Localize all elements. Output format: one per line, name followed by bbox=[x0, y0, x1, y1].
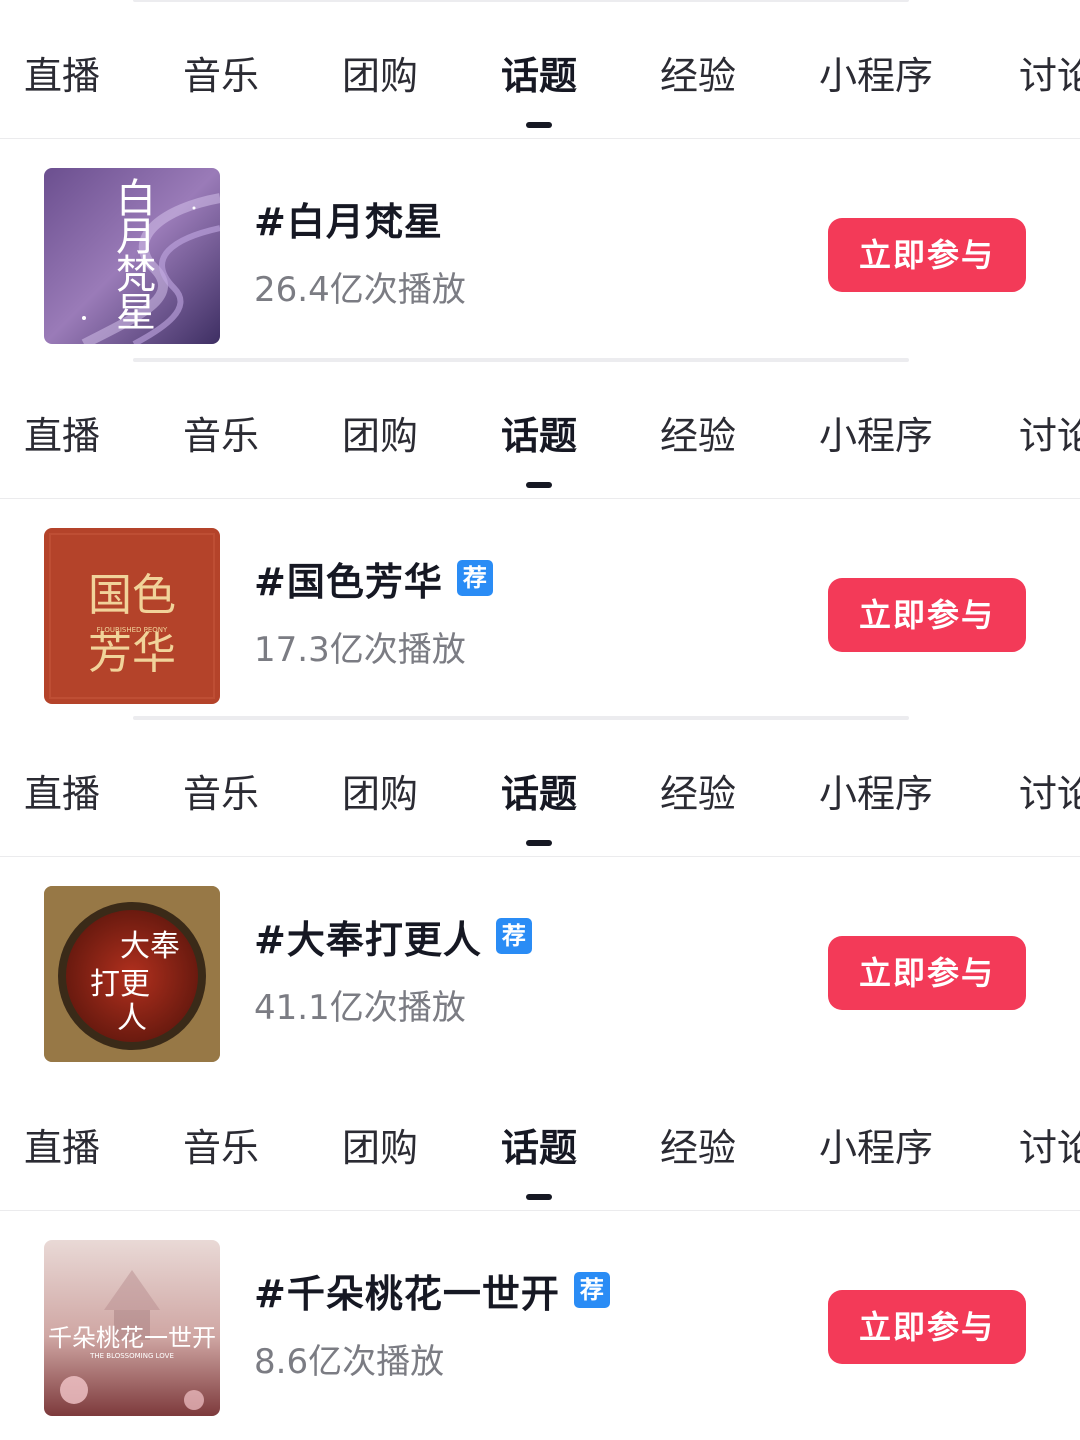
join-button[interactable]: 立即参与 bbox=[828, 218, 1026, 292]
join-button[interactable]: 立即参与 bbox=[828, 578, 1026, 652]
topic-row[interactable]: 千朵桃花一世开 THE BLOSSOMING LOVE #千朵桃花一世开 荐 8… bbox=[0, 1210, 1080, 1430]
tab-topics[interactable]: 话题 bbox=[501, 410, 577, 488]
tab-discussion[interactable]: 讨论 bbox=[1019, 1122, 1080, 1174]
tab-mini-program[interactable]: 小程序 bbox=[819, 410, 933, 462]
cover-title-text: 国色 bbox=[88, 570, 176, 621]
topic-section-3: 直播 音乐 团购 话题 经验 小程序 讨论 大奉 打更 人 bbox=[0, 716, 1080, 1081]
join-button[interactable]: 立即参与 bbox=[828, 1290, 1026, 1364]
tab-experience[interactable]: 经验 bbox=[660, 1122, 736, 1174]
tab-group-buy[interactable]: 团购 bbox=[342, 50, 418, 102]
cover-title-text: 人 bbox=[117, 1001, 147, 1036]
topic-title[interactable]: #白月梵星 bbox=[254, 191, 443, 246]
topic-cover-image[interactable]: 大奉 打更 人 bbox=[44, 886, 220, 1062]
play-count: 17.3亿次播放 bbox=[254, 630, 466, 670]
tab-mini-program[interactable]: 小程序 bbox=[819, 768, 933, 820]
tab-bar: 直播 音乐 团购 话题 经验 小程序 讨论 bbox=[0, 716, 1080, 857]
topic-section-4: 直播 音乐 团购 话题 经验 小程序 讨论 千朵桃花 bbox=[0, 1070, 1080, 1440]
tab-live[interactable]: 直播 bbox=[24, 50, 100, 102]
topic-title[interactable]: #千朵桃花一世开 bbox=[254, 1263, 560, 1318]
tab-live[interactable]: 直播 bbox=[24, 1122, 100, 1174]
tab-live[interactable]: 直播 bbox=[24, 410, 100, 462]
play-count: 41.1亿次播放 bbox=[254, 988, 466, 1028]
cover-subtitle-text: FLOURISHED PEONY bbox=[97, 626, 168, 634]
topic-row[interactable]: 白月梵星 #白月梵星 26.4亿次播放 立即参与 bbox=[0, 138, 1080, 358]
tab-experience[interactable]: 经验 bbox=[660, 50, 736, 102]
tab-experience[interactable]: 经验 bbox=[660, 410, 736, 462]
tab-mini-program[interactable]: 小程序 bbox=[819, 1122, 933, 1174]
tab-music[interactable]: 音乐 bbox=[183, 50, 259, 102]
cover-title-text: 打更 bbox=[90, 967, 150, 1002]
recommended-badge: 荐 bbox=[456, 560, 493, 596]
recommended-badge: 荐 bbox=[495, 918, 532, 954]
tab-discussion[interactable]: 讨论 bbox=[1019, 410, 1080, 462]
tab-topics[interactable]: 话题 bbox=[501, 50, 577, 128]
cover-title-text: 大奉 bbox=[120, 929, 180, 964]
tab-bar: 直播 音乐 团购 话题 经验 小程序 讨论 bbox=[0, 1070, 1080, 1211]
topic-cover-image[interactable]: 白月梵星 bbox=[44, 168, 220, 344]
tab-topics[interactable]: 话题 bbox=[501, 1122, 577, 1200]
topic-section-1: 直播 音乐 团购 话题 经验 小程序 讨论 白月梵星 bbox=[0, 0, 1080, 363]
cover-subtitle-text: THE BLOSSOMING LOVE bbox=[89, 1352, 174, 1360]
topic-row[interactable]: 国色 芳华 FLOURISHED PEONY #国色芳华 荐 17.3亿次播放 … bbox=[0, 498, 1080, 718]
tab-music[interactable]: 音乐 bbox=[183, 1122, 259, 1174]
tab-mini-program[interactable]: 小程序 bbox=[819, 50, 933, 102]
topic-row[interactable]: 大奉 打更 人 #大奉打更人 荐 41.1亿次播放 立即参与 bbox=[0, 856, 1080, 1076]
topic-title[interactable]: #大奉打更人 bbox=[254, 909, 482, 964]
topic-cover-image[interactable]: 千朵桃花一世开 THE BLOSSOMING LOVE bbox=[44, 1240, 220, 1416]
play-count: 8.6亿次播放 bbox=[254, 1342, 445, 1382]
tab-topics[interactable]: 话题 bbox=[501, 768, 577, 846]
cover-title-text: 芳华 bbox=[88, 628, 176, 679]
cover-title-text: 白月梵星 bbox=[116, 176, 156, 336]
tab-group-buy[interactable]: 团购 bbox=[342, 1122, 418, 1174]
tab-music[interactable]: 音乐 bbox=[183, 410, 259, 462]
recommended-badge: 荐 bbox=[573, 1272, 610, 1308]
tab-discussion[interactable]: 讨论 bbox=[1019, 768, 1080, 820]
topic-section-2: 直播 音乐 团购 话题 经验 小程序 讨论 国色 芳华 FLOURISHED P… bbox=[0, 358, 1080, 723]
cover-title-text: 千朵桃花一世开 bbox=[48, 1324, 216, 1352]
topic-cover-image[interactable]: 国色 芳华 FLOURISHED PEONY bbox=[44, 528, 220, 704]
tab-experience[interactable]: 经验 bbox=[660, 768, 736, 820]
tab-live[interactable]: 直播 bbox=[24, 768, 100, 820]
tab-discussion[interactable]: 讨论 bbox=[1019, 50, 1080, 102]
tab-music[interactable]: 音乐 bbox=[183, 768, 259, 820]
tab-bar: 直播 音乐 团购 话题 经验 小程序 讨论 bbox=[0, 0, 1080, 139]
topic-title[interactable]: #国色芳华 bbox=[254, 551, 443, 606]
play-count: 26.4亿次播放 bbox=[254, 270, 466, 310]
tab-group-buy[interactable]: 团购 bbox=[342, 410, 418, 462]
tab-bar: 直播 音乐 团购 话题 经验 小程序 讨论 bbox=[0, 358, 1080, 499]
tab-group-buy[interactable]: 团购 bbox=[342, 768, 418, 820]
join-button[interactable]: 立即参与 bbox=[828, 936, 1026, 1010]
